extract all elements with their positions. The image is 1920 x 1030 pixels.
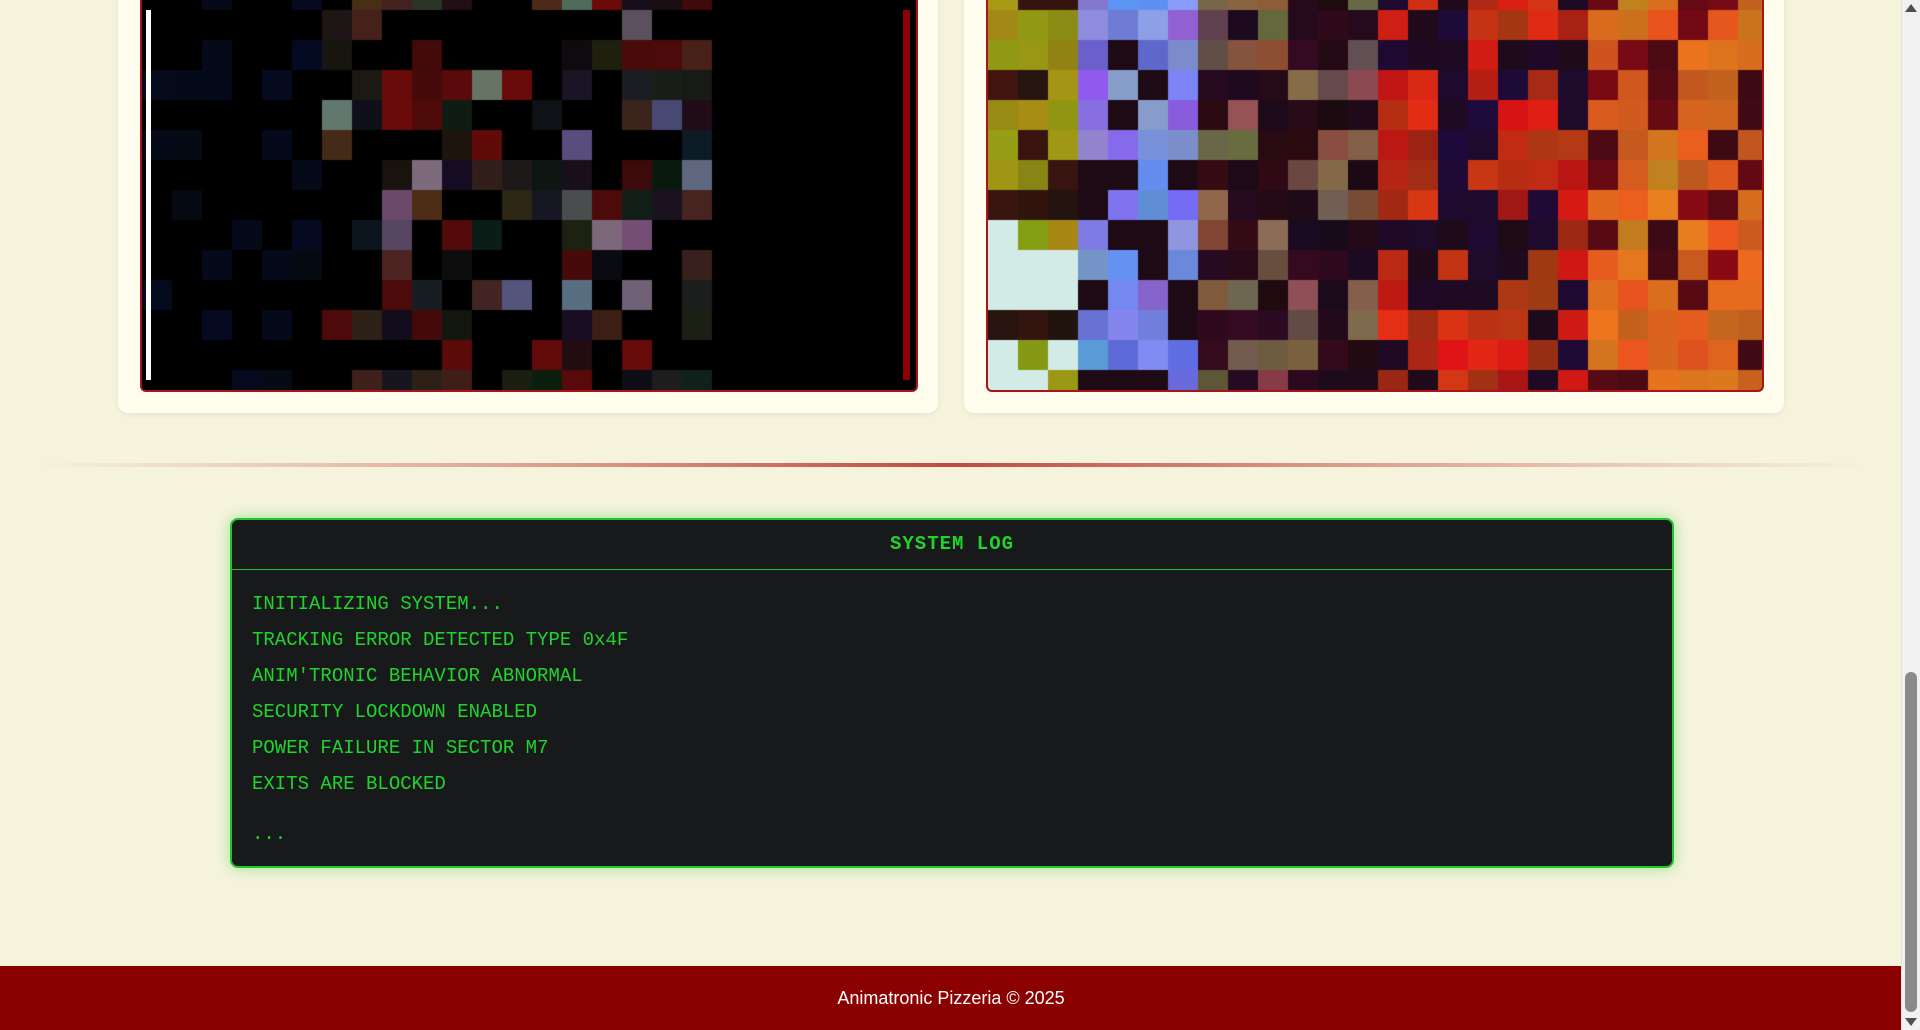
vertical-scrollbar[interactable] — [1901, 0, 1920, 1030]
feed-edge-marker — [146, 10, 151, 380]
system-log-panel: SYSTEM LOG INITIALIZING SYSTEM... TRACKI… — [230, 518, 1674, 868]
scroll-down-arrow-icon[interactable] — [1905, 1018, 1917, 1026]
log-cursor: ... — [252, 823, 287, 845]
camera-feed-image — [988, 0, 1762, 390]
system-log-title: SYSTEM LOG — [232, 520, 1672, 570]
camera-card-left — [118, 0, 938, 413]
scroll-thumb[interactable] — [1905, 672, 1917, 1012]
section-divider — [40, 463, 1862, 467]
footer: Animatronic Pizzeria © 2025 — [0, 966, 1902, 1030]
log-line: EXITS ARE BLOCKED — [252, 773, 446, 795]
log-line: TRACKING ERROR DETECTED TYPE 0x4F — [252, 629, 629, 651]
footer-text: Animatronic Pizzeria © 2025 — [837, 988, 1065, 1008]
page: SYSTEM LOG INITIALIZING SYSTEM... TRACKI… — [0, 0, 1902, 1030]
camera-feed-right[interactable] — [986, 0, 1764, 392]
camera-card-right — [964, 0, 1784, 413]
feed-edge-marker — [903, 10, 910, 380]
scroll-up-arrow-icon[interactable] — [1905, 4, 1917, 12]
system-log-body: INITIALIZING SYSTEM... TRACKING ERROR DE… — [232, 570, 1672, 846]
log-line: ANIM'TRONIC BEHAVIOR ABNORMAL — [252, 665, 583, 687]
log-line: INITIALIZING SYSTEM... — [252, 593, 503, 615]
log-line: SECURITY LOCKDOWN ENABLED — [252, 701, 538, 723]
log-line: POWER FAILURE IN SECTOR M7 — [252, 737, 549, 759]
camera-feed-image — [142, 0, 916, 390]
camera-feed-left[interactable] — [140, 0, 918, 392]
